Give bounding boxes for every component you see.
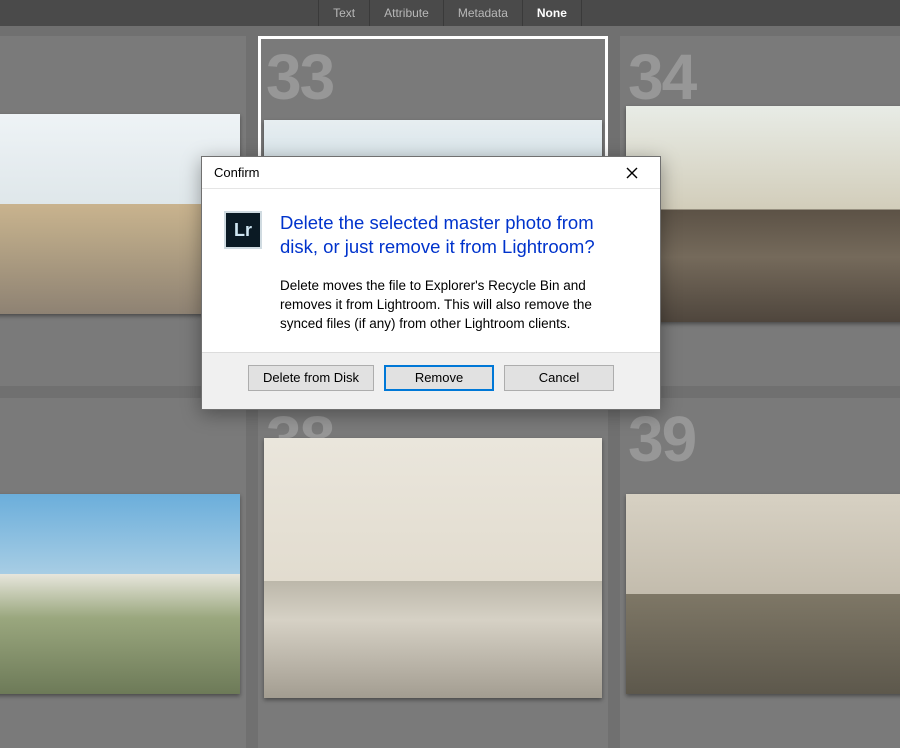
thumbnail-index: 33	[266, 40, 333, 114]
filter-tab-label: None	[537, 6, 567, 20]
thumbnail-image	[626, 494, 900, 694]
dialog-subtext: Delete moves the file to Explorer's Recy…	[280, 277, 634, 334]
filter-tab-label: Metadata	[458, 6, 508, 20]
thumbnail-image	[264, 438, 602, 698]
close-button[interactable]	[612, 157, 652, 188]
filter-tab-none[interactable]: None	[523, 0, 582, 26]
cancel-button[interactable]: Cancel	[504, 365, 614, 391]
confirm-dialog: Confirm Lr Delete the selected master ph…	[201, 156, 661, 410]
thumbnail-index: 39	[628, 402, 695, 476]
filter-tab-metadata[interactable]: Metadata	[444, 0, 523, 26]
filter-bar: Text Attribute Metadata None	[0, 0, 900, 26]
filter-tab-text[interactable]: Text	[318, 0, 370, 26]
button-label: Remove	[415, 370, 463, 385]
button-label: Delete from Disk	[263, 370, 359, 385]
dialog-headline: Delete the selected master photo from di…	[280, 211, 634, 259]
filter-tab-attribute[interactable]: Attribute	[370, 0, 444, 26]
remove-button[interactable]: Remove	[384, 365, 494, 391]
thumbnail-cell[interactable]: 38	[258, 398, 608, 748]
thumbnail-image	[626, 106, 900, 322]
thumbnail-cell[interactable]: 37	[0, 398, 246, 748]
dialog-button-row: Delete from Disk Remove Cancel	[202, 352, 660, 409]
dialog-titlebar: Confirm	[202, 157, 660, 189]
button-label: Cancel	[539, 370, 579, 385]
delete-from-disk-button[interactable]: Delete from Disk	[248, 365, 374, 391]
thumbnail-image	[0, 494, 240, 694]
dialog-title: Confirm	[214, 165, 612, 180]
filter-tab-label: Attribute	[384, 6, 429, 20]
dialog-body: Lr Delete the selected master photo from…	[202, 189, 660, 352]
filter-tab-label: Text	[333, 6, 355, 20]
close-icon	[626, 167, 638, 179]
dialog-text: Delete the selected master photo from di…	[280, 211, 634, 334]
lightroom-icon: Lr	[224, 211, 262, 249]
thumbnail-cell[interactable]: 39	[620, 398, 900, 748]
thumbnail-cell[interactable]: 34	[620, 36, 900, 386]
thumbnail-index: 34	[628, 40, 695, 114]
lightroom-icon-label: Lr	[234, 220, 252, 241]
